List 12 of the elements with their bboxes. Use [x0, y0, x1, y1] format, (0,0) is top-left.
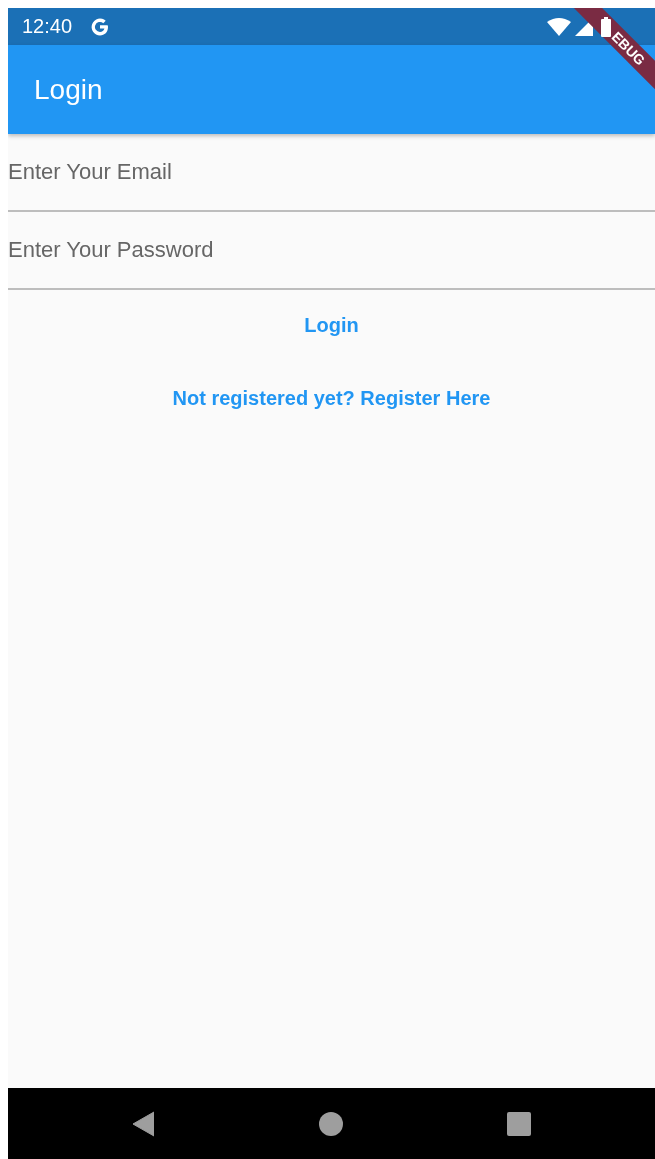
- battery-icon: [601, 16, 611, 37]
- input-field[interactable]: Enter Your Email: [8, 134, 655, 212]
- register-link[interactable]: Not registered yet? Register Here: [162, 379, 501, 418]
- back-icon[interactable]: [132, 1110, 154, 1137]
- input-field[interactable]: Enter Your Password: [8, 212, 655, 290]
- recents-icon[interactable]: [507, 1111, 531, 1136]
- status-time: 12:40: [22, 15, 73, 38]
- google-icon: [90, 16, 111, 37]
- wifi-icon: [547, 17, 571, 36]
- app-bar-title: Login: [34, 73, 103, 106]
- login-button[interactable]: Login: [294, 306, 369, 345]
- home-icon[interactable]: [318, 1111, 343, 1136]
